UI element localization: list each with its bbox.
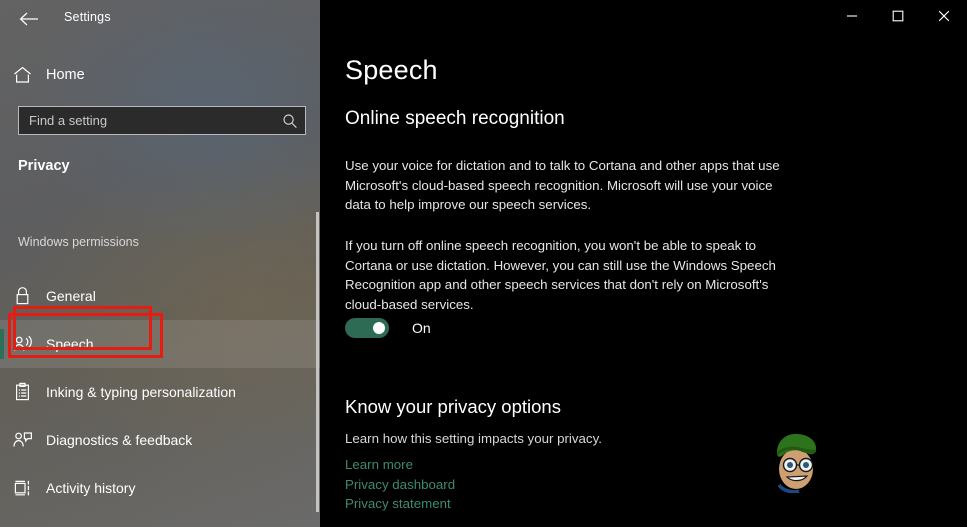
sidebar-item-speech[interactable]: Speech (0, 320, 320, 368)
online-speech-toggle-group[interactable]: On (345, 318, 431, 338)
sidebar-item-diagnostics-feedback[interactable]: Diagnostics & feedback (0, 416, 320, 464)
sidebar-scrollbar[interactable] (316, 212, 319, 512)
search-input[interactable]: Find a setting (18, 106, 306, 135)
learn-more-link[interactable]: Learn more (345, 455, 455, 475)
main-content: Speech Online speech recognition Use you… (320, 0, 967, 527)
sidebar-item-activity-history[interactable]: Activity history (0, 464, 320, 512)
online-speech-toggle[interactable] (345, 318, 389, 338)
page-title: Speech (345, 55, 438, 85)
search-placeholder: Find a setting (29, 113, 108, 128)
speech-description-paragraph-1: Use your voice for dictation and to talk… (345, 158, 780, 212)
person-feedback-icon (0, 430, 44, 450)
toggle-state-label: On (412, 320, 431, 336)
sidebar-titlebar: Settings (0, 0, 320, 38)
clipboard-icon (0, 382, 44, 402)
timeline-icon (0, 478, 44, 498)
online-speech-recognition-heading: Online speech recognition (345, 108, 565, 129)
sidebar-nav-list: General Speech Inking & typing personali… (0, 272, 320, 512)
sidebar: Settings Home Find a setting Privacy Win… (0, 0, 320, 527)
sidebar-item-home[interactable]: Home (0, 60, 310, 90)
privacy-options-heading: Know your privacy options (345, 396, 561, 417)
privacy-dashboard-link[interactable]: Privacy dashboard (345, 475, 455, 495)
window-controls (829, 0, 967, 32)
privacy-links: Learn more Privacy dashboard Privacy sta… (345, 455, 455, 514)
sidebar-item-inking-typing[interactable]: Inking & typing personalization (0, 368, 320, 416)
lock-icon (0, 286, 44, 306)
sidebar-item-activity-history-label: Activity history (46, 480, 136, 496)
sidebar-group-label: Windows permissions (18, 235, 139, 249)
sidebar-item-speech-label: Speech (46, 336, 94, 352)
maximize-icon[interactable] (875, 0, 921, 32)
sidebar-item-home-label: Home (46, 67, 85, 83)
close-icon[interactable] (921, 0, 967, 32)
search-icon[interactable] (275, 113, 305, 129)
page-section-title: Privacy (18, 158, 70, 174)
app-title: Settings (64, 10, 111, 24)
privacy-options-description: Learn how this setting impacts your priv… (345, 431, 602, 446)
back-arrow-icon[interactable] (8, 4, 50, 34)
home-icon (0, 66, 44, 84)
privacy-statement-link[interactable]: Privacy statement (345, 494, 455, 514)
settings-window: Settings Home Find a setting Privacy Win… (0, 0, 967, 527)
sidebar-item-inking-typing-label: Inking & typing personalization (46, 384, 236, 400)
toggle-knob (373, 322, 385, 334)
sidebar-item-general[interactable]: General (0, 272, 320, 320)
sidebar-item-diagnostics-feedback-label: Diagnostics & feedback (46, 432, 193, 448)
site-watermark-logo (763, 425, 829, 494)
minimize-icon[interactable] (829, 0, 875, 32)
sidebar-item-general-label: General (46, 288, 96, 304)
person-speaking-icon (0, 334, 44, 354)
selection-accent-bar (0, 329, 4, 359)
speech-description-paragraph-2: If you turn off online speech recognitio… (345, 238, 776, 312)
